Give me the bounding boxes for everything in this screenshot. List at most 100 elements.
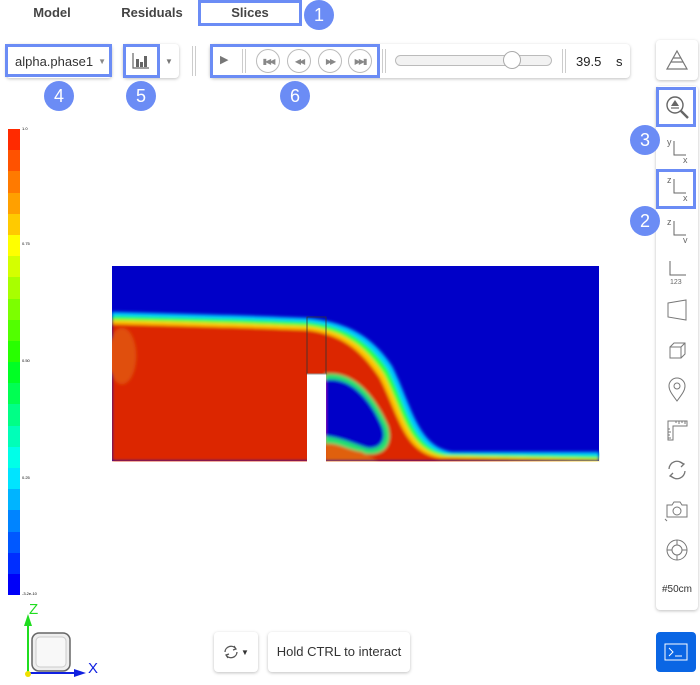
colorbar-band [8, 150, 20, 172]
view-xz-icon: zx [667, 175, 688, 201]
terminal-icon [664, 643, 688, 661]
colorbar-button[interactable] [123, 44, 159, 78]
colorbar-band [8, 234, 20, 257]
play-button[interactable]: ▶ [220, 53, 228, 66]
bar-chart-icon [132, 53, 149, 69]
annotation-badge-1: 1 [304, 0, 334, 30]
toolbar-divider [192, 46, 196, 76]
step-back-button[interactable]: ◀◀ [287, 49, 311, 73]
colorbar-toggle-group: ▼ [123, 44, 179, 78]
colorbar-band [8, 298, 20, 320]
console-button[interactable] [656, 632, 696, 672]
rotate-view-button[interactable] [657, 451, 697, 489]
axis-numbers-icon: 123 [669, 261, 686, 285]
probe-point-button[interactable] [657, 371, 697, 409]
tab-residuals[interactable]: Residuals [110, 0, 194, 26]
colorbar-band [8, 129, 20, 151]
perspective-button[interactable] [657, 291, 697, 329]
svg-text:y: y [683, 235, 688, 243]
chevron-down-icon: ▼ [165, 56, 173, 66]
playback-bar: ▶ ▮◀◀ ◀◀ ▶▶ ▶▶▮ 39.5 s [210, 44, 630, 78]
svg-text:x: x [683, 155, 688, 163]
grid-scale-label: #50cm [661, 583, 692, 595]
colorbar-band [8, 552, 20, 574]
view-yz-icon: zy [667, 217, 688, 243]
time-unit: s [616, 54, 623, 69]
colorbar-label: 0.75 [22, 241, 30, 246]
svg-text:123: 123 [670, 279, 682, 285]
colorbar-band [8, 213, 20, 235]
playback-divider [242, 49, 246, 73]
colorbar-band [8, 468, 20, 490]
slice-view[interactable] [112, 266, 600, 462]
colorbar-band [8, 573, 20, 596]
axis-numbers-button[interactable]: 123 [657, 252, 697, 290]
colorbar-band [8, 171, 20, 193]
help-button[interactable] [657, 531, 697, 569]
ruler-icon [667, 420, 688, 441]
time-slider-thumb[interactable] [503, 51, 522, 69]
colorbar-band [8, 319, 20, 341]
tab-model[interactable]: Model [20, 0, 84, 26]
colorbar-label: 0.25 [22, 475, 30, 480]
field-select-value: alpha.phase1 [15, 53, 94, 69]
field-select[interactable]: alpha.phase1 ▼ [6, 44, 112, 78]
first-frame-button[interactable]: ▮◀◀ [256, 49, 280, 73]
colorbar-band [8, 340, 20, 363]
playback-divider [562, 49, 566, 73]
svg-text:z: z [667, 217, 672, 227]
screenshot-button[interactable] [657, 491, 697, 529]
layers-button[interactable] [656, 40, 698, 80]
zoom-fit-button[interactable] [657, 88, 697, 126]
rotate-icon [668, 460, 686, 480]
zoom-fit-icon [666, 96, 689, 119]
colorbar-band [8, 362, 20, 384]
layers-icon [665, 49, 689, 70]
chevron-down-icon: ▼ [98, 56, 106, 66]
last-frame-button[interactable]: ▶▶▮ [348, 49, 372, 73]
colorbar-band [8, 489, 20, 511]
svg-text:x: x [683, 193, 688, 201]
view-yz-button[interactable]: zy [657, 210, 697, 248]
rotation-mode-dropdown[interactable]: ▼ [214, 632, 258, 672]
time-slider[interactable] [395, 51, 552, 69]
annotation-badge-5: 5 [126, 81, 156, 111]
colorbar-label: 0.50 [22, 358, 30, 363]
orientation-cube-inner [35, 636, 67, 668]
annotation-badge-6: 6 [280, 81, 310, 111]
colorbar-band [8, 531, 20, 553]
x-axis-label: X [88, 660, 98, 677]
svg-text:z: z [667, 175, 672, 185]
colorbar-band [8, 277, 20, 299]
colorbar-band [8, 446, 20, 468]
rotate-icon [224, 645, 238, 659]
z-axis-label: Z [29, 601, 38, 618]
origin-point [25, 671, 31, 677]
colorbar-band [8, 425, 20, 447]
view-xy-icon: yx [667, 137, 688, 163]
colorbar-dropdown-button[interactable]: ▼ [159, 44, 179, 78]
tab-slices[interactable]: Slices [200, 0, 300, 26]
colorbar [8, 129, 20, 596]
chevron-down-icon: ▼ [241, 647, 249, 657]
interact-hint-button[interactable]: Hold CTRL to interact [268, 632, 410, 672]
location-pin-icon [668, 377, 686, 402]
annotation-badge-4: 4 [44, 81, 74, 111]
lifebuoy-icon [666, 539, 688, 561]
axes-triad[interactable]: Z X [20, 600, 110, 680]
perspective-icon [667, 299, 687, 321]
cube-icon [669, 342, 686, 359]
measure-button[interactable] [657, 411, 697, 449]
obstacle [307, 374, 326, 462]
view-xz-button[interactable]: zx [657, 168, 697, 206]
colorbar-label-max: 1.0 [22, 126, 28, 131]
time-value: 39.5 [576, 54, 602, 69]
step-forward-button[interactable]: ▶▶ [318, 49, 342, 73]
colorbar-band [8, 192, 20, 214]
view-xy-button[interactable]: yx [657, 130, 697, 168]
colorbar-label-min: -3.2e-10 [22, 591, 37, 596]
annotation-badge-2: 2 [630, 206, 660, 236]
colorbar-band [8, 383, 20, 405]
colorbar-band [8, 256, 20, 278]
cube-button[interactable] [657, 331, 697, 369]
